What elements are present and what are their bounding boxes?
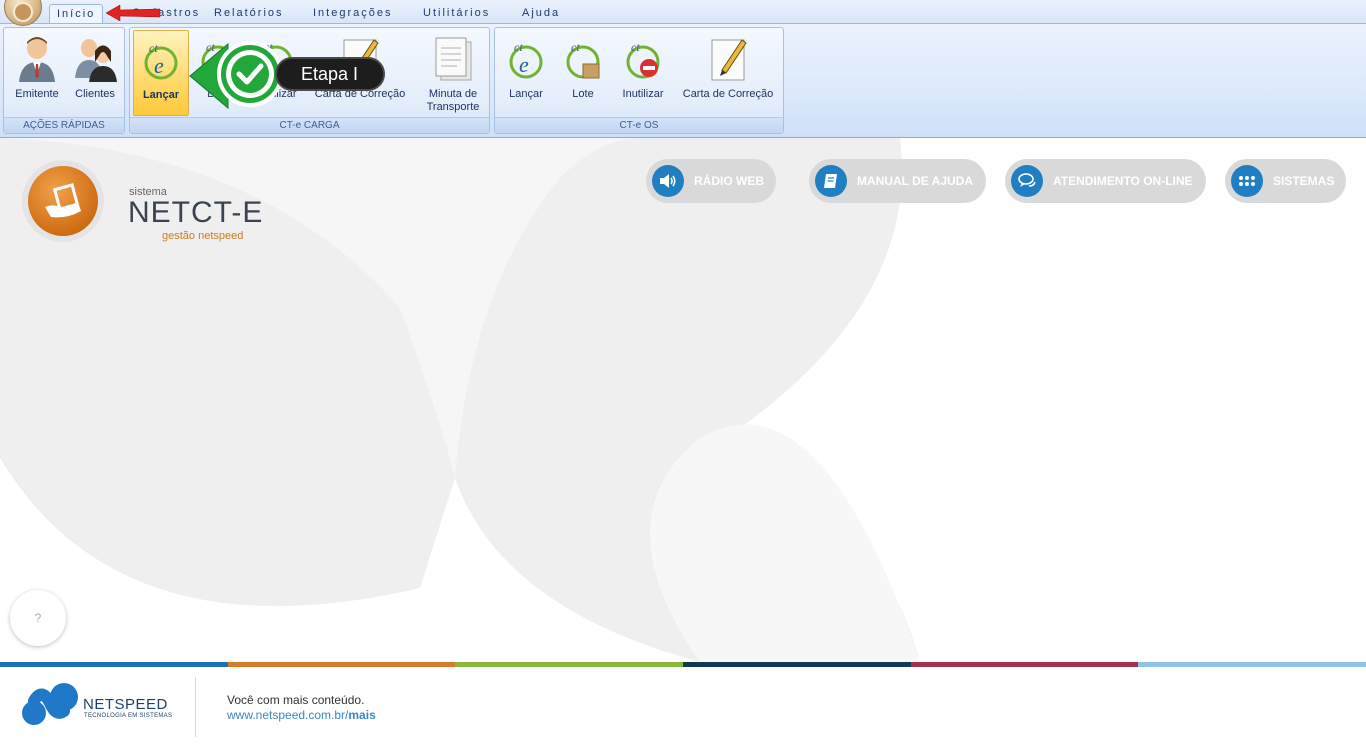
group-label-cte-os: CT-e OS <box>495 117 783 133</box>
document-icon <box>435 37 472 81</box>
cte-icon: ct e <box>144 41 178 80</box>
atendimento-online-button[interactable]: ATENDIMENTO ON-LINE <box>1005 159 1206 203</box>
footer-company-name: NETSPEED <box>83 696 168 713</box>
footer-company-tagline: TECNOLOGIA EM SISTEMAS <box>84 713 173 719</box>
svg-text:e: e <box>519 52 529 77</box>
step-callout-label: Etapa I <box>275 57 385 91</box>
minuta-label-line1: Minuta de <box>428 88 478 100</box>
cte-os-carta-correcao-button[interactable]: Carta de Correção <box>679 30 777 116</box>
manual-ajuda-button[interactable]: MANUAL DE AJUDA <box>809 159 986 203</box>
emitente-label: Emitente <box>15 88 59 100</box>
group-cte-os: ct e Lançar ct Lote ct Inutilizar Carta … <box>494 27 784 134</box>
atendimento-online-label: ATENDIMENTO ON-LINE <box>1053 174 1193 188</box>
cte-os-inutilizar-label: Inutilizar <box>622 88 664 100</box>
cte-os-inutilizar-button[interactable]: ct Inutilizar <box>613 30 673 116</box>
svg-text:e: e <box>154 53 164 78</box>
help-bubble-button[interactable]: ? <box>10 590 66 646</box>
netspeed-logo-icon <box>22 683 78 725</box>
tab-relatorios[interactable]: Relatórios <box>214 4 284 24</box>
chat-icon <box>1011 165 1043 197</box>
group-label-acoes-rapidas: AÇÕES RÁPIDAS <box>4 117 124 133</box>
tab-integracoes[interactable]: Integrações <box>313 4 392 24</box>
footer: NETSPEED TECNOLOGIA EM SISTEMAS Você com… <box>0 667 1366 745</box>
cte-os-lancar-button[interactable]: ct e Lançar <box>498 30 554 116</box>
menu-bar: Início Cadastros Relatórios Integrações … <box>0 0 1366 24</box>
emitente-button[interactable]: Emitente <box>8 30 66 116</box>
footer-link-base: www.netspeed.com.br/ <box>227 708 349 722</box>
svg-text:ct: ct <box>631 40 640 54</box>
footer-slogan: Você com mais conteúdo. <box>227 693 365 707</box>
grid-icon <box>1231 165 1263 197</box>
speaker-icon <box>652 165 684 197</box>
cte-icon: ct e <box>509 40 543 79</box>
system-logo <box>22 160 104 242</box>
footer-link[interactable]: www.netspeed.com.br/mais <box>227 708 376 722</box>
cte-carga-lancar-button[interactable]: ct e Lançar <box>133 30 189 116</box>
cte-os-lancar-label: Lançar <box>509 88 543 100</box>
cte-inutilizar-icon: ct <box>626 40 660 79</box>
tab-ajuda[interactable]: Ajuda <box>522 4 560 24</box>
brand-subtitle: gestão netspeed <box>162 230 244 242</box>
pencil-paper-icon <box>711 39 747 81</box>
cte-carga-lancar-label: Lançar <box>142 89 180 101</box>
cte-lote-icon: ct <box>566 40 600 79</box>
radio-web-button[interactable]: RÁDIO WEB <box>646 159 776 203</box>
clientes-label: Clientes <box>75 88 115 100</box>
footer-link-bold: mais <box>348 708 376 722</box>
group-acoes-rapidas: Emitente Clientes AÇÕES RÁPIDAS <box>3 27 125 134</box>
minuta-transporte-button[interactable]: Minuta de Transporte <box>420 30 486 116</box>
red-arrow-icon <box>105 4 161 22</box>
app-logo-icon <box>13 2 33 22</box>
tab-inicio[interactable]: Início <box>49 4 104 24</box>
group-label-cte-carga: CT-e CARGA <box>130 117 489 133</box>
brand-name: NETCT-E <box>128 196 264 229</box>
cte-os-lote-button[interactable]: ct Lote <box>555 30 611 116</box>
cte-os-carta-correcao-label: Carta de Correção <box>682 88 774 100</box>
sistemas-label: SISTEMAS <box>1273 174 1335 188</box>
svg-text:ct: ct <box>571 40 580 54</box>
minuta-transporte-label: Minuta de Transporte <box>420 88 486 114</box>
minuta-label-line2: Transporte <box>426 101 480 113</box>
radio-web-label: RÁDIO WEB <box>694 174 764 188</box>
clientes-button[interactable]: Clientes <box>66 30 124 116</box>
main-content: sistema NETCT-E gestão netspeed RÁDIO WE… <box>0 138 1366 662</box>
cte-os-lote-label: Lote <box>572 88 594 100</box>
tab-utilitarios[interactable]: Utilitários <box>423 4 490 24</box>
users-icon <box>75 39 117 82</box>
delivery-hand-icon <box>28 166 98 236</box>
book-icon <box>815 165 847 197</box>
sistemas-button[interactable]: SISTEMAS <box>1225 159 1346 203</box>
manual-ajuda-label: MANUAL DE AJUDA <box>857 174 974 188</box>
user-male-icon <box>19 37 55 82</box>
footer-divider <box>195 677 196 737</box>
